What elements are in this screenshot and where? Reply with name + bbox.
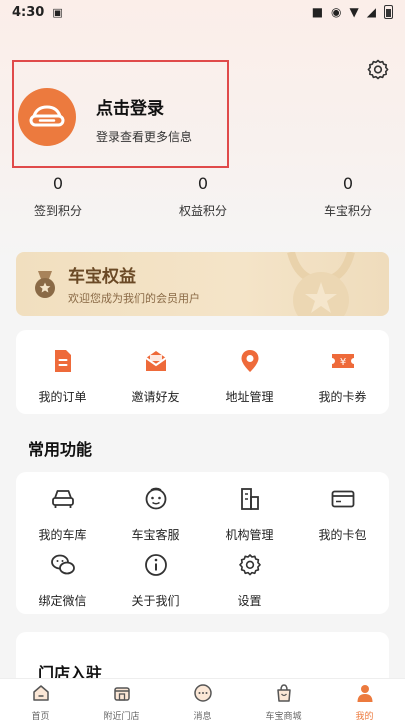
tab-label: 消息 [193,712,212,720]
quick-action-label: 我的订单 [38,390,87,404]
briefcase-icon: ■ [311,5,324,19]
service-icon [145,487,166,510]
tab-mall[interactable]: 车宝商城 [243,683,324,720]
tab-label: 我的 [355,712,374,720]
signal-icon: ◢ [366,5,376,19]
function-customer-service[interactable]: 车宝客服 [109,486,202,543]
invite-icon [144,351,167,371]
gear-icon [238,554,261,576]
info-icon [144,554,167,576]
location-status-icon: ◉ [331,5,342,19]
avatar[interactable] [18,88,76,146]
stat-label: 车宝积分 [323,204,372,218]
tab-profile[interactable]: 我的 [324,683,405,720]
tab-label: 车宝商城 [265,712,302,720]
function-bind-wechat[interactable]: 绑定微信 [16,552,109,609]
home-icon [32,685,49,701]
wifi-icon: ▼ [349,5,359,19]
stat-signin-points[interactable]: 0 签到积分 [8,172,108,219]
message-icon [193,684,212,702]
points-stats: 0 签到积分 0 权益积分 0 车宝积分 [0,172,405,222]
tab-label: 首页 [31,712,50,720]
tab-nearby-stores[interactable]: 附近门店 [81,683,162,720]
function-about-us[interactable]: 关于我们 [109,552,202,609]
vip-banner[interactable]: 车宝权益 欢迎您成为我们的会员用户 [16,252,389,316]
profile-icon [357,685,372,702]
function-my-wallet[interactable]: 我的卡包 [296,486,389,543]
wechat-icon [50,554,75,575]
tab-label: 附近门店 [103,712,140,720]
stat-label: 签到积分 [33,204,82,218]
function-org-management[interactable]: 机构管理 [203,486,296,543]
function-label: 我的车库 [38,528,87,542]
common-functions-title: 常用功能 [28,440,93,459]
function-label: 关于我们 [131,594,180,608]
decorative-star-icon [287,252,355,316]
login-area[interactable]: 点击登录 登录查看更多信息 [12,60,229,168]
stat-value: 0 [342,174,354,193]
stat-chebao-points[interactable]: 0 车宝积分 [298,172,398,219]
quick-actions-card: 我的订单 邀请好友 地址管理 ¥ 我的卡券 [16,330,389,414]
card-icon [331,490,354,508]
function-label: 设置 [237,594,262,608]
quick-action-coupons[interactable]: ¥ 我的卡券 [296,348,389,405]
quick-action-label: 我的卡券 [318,390,367,404]
status-time: 4:30 [12,4,45,20]
notification-icon: ▣ [52,5,63,19]
login-title[interactable]: 点击登录 [96,94,164,119]
login-subtitle: 登录查看更多信息 [96,130,193,144]
bottom-tab-bar: 首页 附近门店 消息 车宝商城 我的 [0,678,405,720]
vip-title: 车宝权益 [68,267,136,287]
stat-value: 0 [52,174,64,193]
function-my-garage[interactable]: 我的车库 [16,486,109,543]
quick-action-address[interactable]: 地址管理 [203,348,296,405]
coupon-icon: ¥ [331,354,354,368]
store-icon [113,687,130,701]
mall-icon [276,684,291,702]
location-icon [241,350,258,372]
quick-action-orders[interactable]: 我的订单 [16,348,109,405]
tab-home[interactable]: 首页 [0,683,81,720]
common-functions-card: 我的车库 车宝客服 机构管理 我的卡包 绑定微信 关于我们 设置 [16,472,389,614]
function-label: 车宝客服 [131,528,180,542]
stat-benefit-points[interactable]: 0 权益积分 [153,172,253,219]
stat-label: 权益积分 [178,204,227,218]
function-settings[interactable]: 设置 [203,552,296,609]
settings-gear-icon[interactable] [366,58,390,82]
function-label: 机构管理 [225,528,274,542]
function-label: 我的卡包 [318,528,367,542]
building-icon [240,488,259,510]
status-bar: 4:30 ▣ ■ ◉ ▼ ◢ [0,0,405,24]
tab-messages[interactable]: 消息 [162,683,243,720]
quick-action-label: 邀请好友 [131,390,180,404]
order-icon [54,350,71,372]
status-icons: ■ ◉ ▼ ◢ [312,5,393,19]
medal-icon [35,271,55,298]
stat-value: 0 [197,174,209,193]
battery-icon [384,5,393,19]
quick-action-label: 地址管理 [225,390,274,404]
car-logo-icon [29,105,65,127]
vip-subtitle: 欢迎您成为我们的会员用户 [68,292,200,305]
car-icon [51,490,74,508]
svg-text:¥: ¥ [339,357,345,368]
function-label: 绑定微信 [38,594,87,608]
quick-action-invite[interactable]: 邀请好友 [109,348,202,405]
